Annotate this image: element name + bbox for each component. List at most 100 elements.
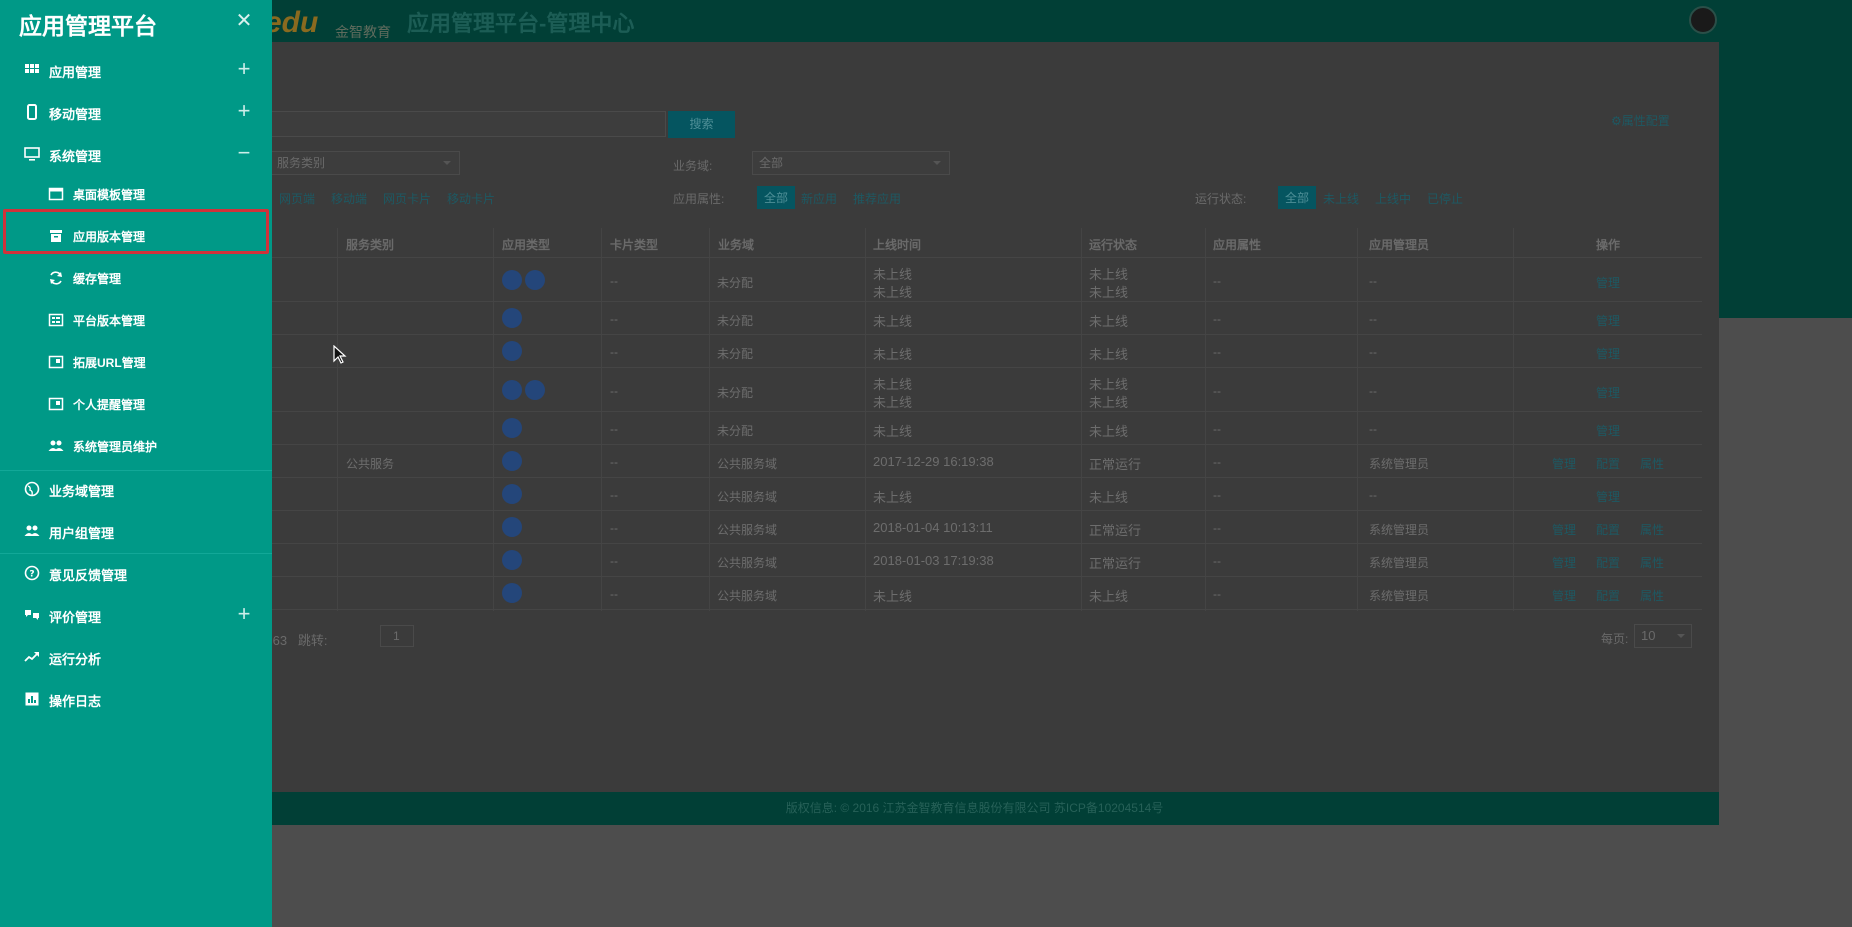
expand-icon[interactable]: + — [235, 100, 253, 122]
sidebar: 应用管理平台 ✕ 应用管理 + 移动管理 + 系统管理 − 桌面模板管理 应用版… — [0, 0, 272, 927]
avatar[interactable] — [1689, 6, 1717, 34]
app-attr-label: 应用属性: — [673, 192, 725, 206]
th-online-time: 上线时间 — [873, 238, 922, 252]
pc-icon — [502, 583, 522, 603]
sidebar-item-label: 评价管理 — [49, 610, 102, 625]
sidebar-item-feedback-manage[interactable]: ? 意见反馈管理 — [0, 553, 272, 593]
expand-icon[interactable]: + — [235, 58, 253, 80]
sidebar-item-operation-log[interactable]: 操作日志 — [0, 679, 272, 719]
search-button[interactable]: 搜索 — [668, 111, 735, 138]
run-status-offline[interactable]: 未上线 — [1323, 190, 1359, 207]
sidebar-item-review-manage[interactable]: 评价管理 + — [0, 595, 272, 635]
app-attr-all[interactable]: 全部 — [757, 186, 796, 209]
sidebar-item-label: 操作日志 — [49, 694, 102, 709]
attr-link[interactable]: 属性 — [1640, 521, 1664, 538]
close-icon[interactable]: ✕ — [234, 10, 254, 32]
sidebar-item-run-analysis[interactable]: 运行分析 — [0, 637, 272, 677]
manage-link[interactable]: 管理 — [1596, 488, 1620, 505]
sidebar-item-label: 个人提醒管理 — [73, 398, 146, 412]
svg-text:?: ? — [29, 570, 34, 580]
app-attr-recommended[interactable]: 推荐应用 — [853, 190, 901, 207]
footer: 版权信息: © 2016 江苏金智教育信息股份有限公司 苏ICP备1020451… — [230, 792, 1719, 825]
sidebar-item-label: 缓存管理 — [73, 272, 122, 286]
manage-link[interactable]: 管理 — [1596, 345, 1620, 362]
manage-link[interactable]: 管理 — [1596, 274, 1620, 291]
attr-link[interactable]: 属性 — [1640, 554, 1664, 571]
monitor-icon — [24, 147, 40, 161]
sidebar-item-label: 运行分析 — [49, 652, 102, 667]
config-link[interactable]: 配置 — [1596, 521, 1620, 538]
attr-config-link[interactable]: ⚙属性配置 — [1611, 112, 1670, 129]
domain-select[interactable]: 全部 — [752, 151, 950, 175]
th-domain: 业务域 — [718, 238, 755, 252]
th-app-attr: 应用属性 — [1213, 238, 1262, 252]
manage-link[interactable]: 管理 — [1552, 521, 1576, 538]
expand-icon[interactable]: + — [235, 603, 253, 625]
th-ops: 操作 — [1596, 238, 1621, 252]
manage-link[interactable]: 管理 — [1552, 587, 1576, 604]
app-type-icons — [502, 270, 552, 290]
sidebar-item-personal-reminder[interactable]: 个人提醒管理 — [0, 384, 272, 424]
run-status-label: 运行状态: — [1195, 192, 1247, 206]
config-link[interactable]: 配置 — [1596, 587, 1620, 604]
search-input[interactable] — [230, 111, 666, 137]
service-type-select[interactable]: 服务类别 — [270, 151, 460, 175]
sidebar-item-label: 业务域管理 — [49, 484, 115, 499]
sidebar-item-app-manage[interactable]: 应用管理 + — [0, 50, 272, 90]
collapse-icon[interactable]: − — [235, 142, 253, 164]
list-icon — [48, 313, 64, 327]
th-service: 服务类别 — [346, 238, 395, 252]
per-page-select[interactable]: 10 — [1634, 624, 1692, 648]
window-icon — [48, 187, 64, 201]
config-link[interactable]: 配置 — [1596, 554, 1620, 571]
sidebar-item-extend-url[interactable]: 拓展URL管理 — [0, 342, 272, 382]
sidebar-item-label: 意见反馈管理 — [49, 568, 128, 583]
run-status-online[interactable]: 上线中 — [1375, 190, 1411, 207]
app-attr-new[interactable]: 新应用 — [801, 190, 837, 207]
page-title: 应用管理平台-管理中心 — [407, 11, 635, 36]
run-status-stopped[interactable]: 已停止 — [1427, 190, 1463, 207]
sidebar-item-domain-manage[interactable]: 业务域管理 — [0, 469, 272, 509]
sidebar-item-system-manage[interactable]: 系统管理 − — [0, 134, 272, 174]
mobile-icon — [502, 550, 522, 570]
config-link[interactable]: 配置 — [1596, 455, 1620, 472]
people-icon — [48, 440, 64, 451]
table-row: -- 公共服务域 未上线 未上线 -- 系统管理员 管理 配置 属性 — [230, 577, 1702, 610]
manage-link[interactable]: 管理 — [1552, 554, 1576, 571]
manage-link[interactable]: 管理 — [1552, 455, 1576, 472]
manage-link[interactable]: 管理 — [1596, 422, 1620, 439]
table-row: -- 未分配 未上线 未上线 -- -- 管理 — [230, 412, 1702, 445]
trend-icon — [24, 652, 39, 662]
mobile-icon — [27, 104, 37, 120]
sidebar-title: 应用管理平台 — [19, 13, 157, 39]
per-page-label: 每页: — [1601, 632, 1629, 646]
card-type-web[interactable]: 网页端 — [279, 190, 315, 207]
sidebar-item-label: 应用管理 — [49, 65, 102, 80]
card-type-mobile-card[interactable]: 移动卡片 — [447, 190, 495, 207]
domain-label: 业务域: — [673, 159, 713, 173]
brand-logo: edu — [265, 6, 319, 39]
manage-link[interactable]: 管理 — [1596, 384, 1620, 401]
manage-link[interactable]: 管理 — [1596, 312, 1620, 329]
attr-link[interactable]: 属性 — [1640, 455, 1664, 472]
sidebar-item-label: 系统管理 — [49, 149, 102, 164]
th-run-status: 运行状态 — [1089, 238, 1138, 252]
frame-icon — [48, 397, 64, 411]
jump-input[interactable]: 1 — [380, 625, 414, 647]
card-type-mobile[interactable]: 移动端 — [331, 190, 367, 207]
table-row: 公共服务 -- 公共服务域 2017-12-29 16:19:38 正常运行 -… — [230, 445, 1702, 478]
card-type-web-card[interactable]: 网页卡片 — [383, 190, 431, 207]
run-status-all[interactable]: 全部 — [1278, 186, 1317, 209]
sidebar-item-desktop-template[interactable]: 桌面模板管理 — [0, 174, 272, 214]
chart-icon — [25, 692, 39, 706]
attr-link[interactable]: 属性 — [1640, 587, 1664, 604]
grid-icon — [25, 64, 39, 73]
pc-icon — [502, 341, 522, 361]
sidebar-item-admin-maintain[interactable]: 系统管理员维护 — [0, 426, 272, 466]
sidebar-item-cache[interactable]: 缓存管理 — [0, 258, 272, 298]
th-card-type: 卡片类型 — [610, 238, 659, 252]
sidebar-item-platform-version[interactable]: 平台版本管理 — [0, 300, 272, 340]
refresh-icon — [50, 271, 62, 285]
sidebar-item-usergroup-manage[interactable]: 用户组管理 — [0, 511, 272, 551]
sidebar-item-mobile-manage[interactable]: 移动管理 + — [0, 92, 272, 132]
